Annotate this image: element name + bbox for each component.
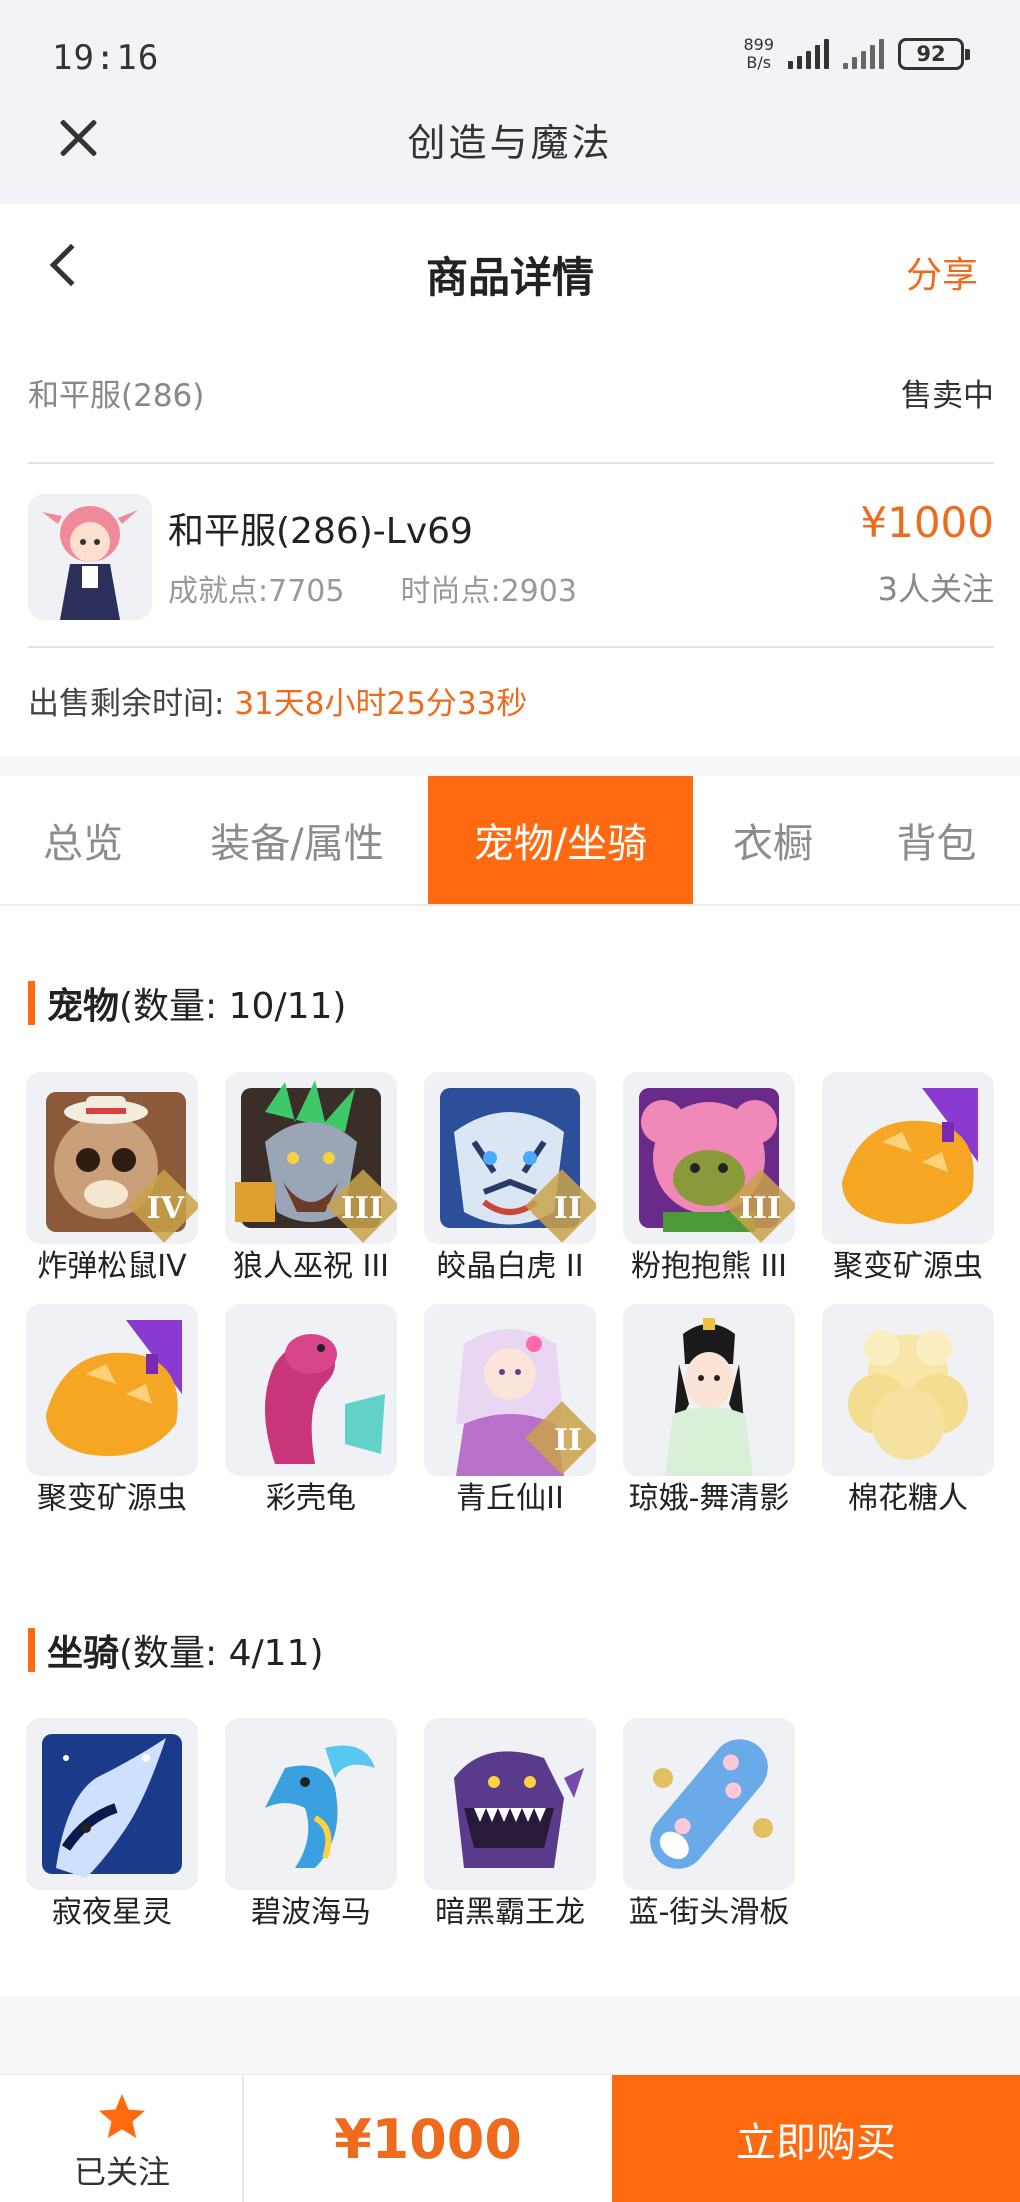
pet-image — [822, 1072, 994, 1244]
tab-overview[interactable]: 总览 — [0, 776, 166, 904]
status-icons: 899 B/s 92 — [743, 35, 970, 72]
mounts-section-title: 坐骑 (数量: 4/11) — [28, 1628, 324, 1674]
rank-label: III — [340, 1191, 383, 1226]
mount-image — [623, 1718, 795, 1890]
remaining-time-label: 出售剩余时间: — [28, 686, 225, 722]
app-title: 创造与魔法 — [407, 121, 613, 165]
mounts-grid: 寂夜星灵 碧波海马 暗黑霸王龙 蓝-街头滑板 — [26, 1718, 996, 1932]
mount-item[interactable]: 暗黑霸王龙 — [424, 1718, 596, 1932]
mount-name: 蓝-街头滑板 — [628, 1895, 790, 1930]
page-bottom-spacer — [0, 1996, 1020, 2074]
rank-label: IV — [146, 1191, 184, 1226]
mount-item[interactable]: 寂夜星灵 — [26, 1718, 198, 1932]
follow-label: 已关注 — [73, 2153, 170, 2191]
mount-item[interactable]: 碧波海马 — [225, 1718, 397, 1932]
mount-name: 碧波海马 — [251, 1895, 371, 1930]
page-title: 商品详情 — [425, 253, 594, 302]
pet-item[interactable]: 棉花糖人 — [822, 1304, 994, 1518]
tab-wardrobe[interactable]: 衣橱 — [693, 776, 853, 904]
battery-icon: 92 — [898, 38, 970, 70]
pet-image — [225, 1304, 397, 1476]
star-icon — [99, 2094, 145, 2138]
product-name: 和平服(286)-Lv69 — [168, 511, 473, 552]
pet-name: 狼人巫祝 III — [232, 1249, 390, 1284]
mount-item[interactable]: 蓝-街头滑板 — [623, 1718, 795, 1932]
pet-image: II — [424, 1072, 596, 1244]
mount-image — [225, 1718, 397, 1890]
fashion-points: 时尚点:2903 — [400, 574, 577, 609]
pet-item[interactable]: III 狼人巫祝 III — [225, 1072, 397, 1286]
pet-name: 聚变矿源虫 — [833, 1249, 983, 1284]
section-accent-bar — [28, 1628, 35, 1672]
mount-name: 寂夜星灵 — [52, 1895, 172, 1930]
signal-icon — [788, 39, 829, 69]
pet-name: 皎晶白虎 II — [436, 1249, 584, 1284]
tab-pets-mounts[interactable]: 宠物/坐骑 — [428, 776, 693, 904]
server-row: 和平服(286) 售卖中 — [28, 370, 994, 415]
achievement-points: 成就点:7705 — [168, 574, 345, 609]
page-header: 商品详情 分享 — [0, 204, 1020, 338]
bottom-action-bar: 已关注 ¥1000 立即购买 — [0, 2074, 1020, 2202]
section-spacer — [0, 756, 1020, 776]
pet-item[interactable]: III 粉抱抱熊 III — [623, 1072, 795, 1286]
pets-grid: IV 炸弹松鼠IV III 狼人巫祝 III II 皎晶白虎 II III 粉抱… — [26, 1072, 996, 1518]
rank-label: III — [738, 1191, 781, 1226]
remaining-time-value: 31天8小时25分33秒 — [234, 686, 528, 722]
rank-label: II — [553, 1423, 582, 1458]
bottom-price: ¥1000 — [334, 2107, 522, 2171]
net-speed: 899 B/s — [743, 35, 774, 72]
pet-image — [26, 1304, 198, 1476]
pet-item[interactable]: II 皎晶白虎 II — [424, 1072, 596, 1286]
tab-backpack[interactable]: 背包 — [853, 776, 1020, 904]
pet-item[interactable]: 彩壳龟 — [225, 1304, 397, 1518]
section-accent-bar — [28, 981, 35, 1025]
pet-item[interactable]: 聚变矿源虫 — [26, 1304, 198, 1518]
pet-image: IV — [26, 1072, 198, 1244]
pet-name: 粉抱抱熊 III — [630, 1249, 788, 1284]
pet-image — [822, 1304, 994, 1476]
pet-name: 炸弹松鼠IV — [37, 1249, 187, 1284]
product-price: ¥1000 — [860, 498, 994, 547]
character-avatar — [28, 494, 152, 620]
signal-icon-secondary — [843, 39, 884, 69]
mount-name: 暗黑霸王龙 — [435, 1895, 585, 1930]
share-button[interactable]: 分享 — [906, 246, 978, 298]
pet-image: II — [424, 1304, 596, 1476]
pet-name: 聚变矿源虫 — [37, 1481, 187, 1516]
pet-item[interactable]: II 青丘仙II — [424, 1304, 596, 1518]
mount-image — [424, 1718, 596, 1890]
pet-item[interactable]: 聚变矿源虫 — [822, 1072, 994, 1286]
rank-label: II — [553, 1191, 582, 1226]
divider — [28, 462, 994, 464]
server-name: 和平服(286) — [28, 378, 205, 414]
pet-name: 彩壳龟 — [266, 1481, 356, 1516]
status-time: 19:16 — [52, 38, 160, 78]
product-meta: 成就点:7705 时尚点:2903 — [168, 566, 577, 610]
pet-image: III — [225, 1072, 397, 1244]
detail-tabs: 总览 装备/属性 宠物/坐骑 衣橱 背包 — [0, 776, 1020, 906]
pet-image: III — [623, 1072, 795, 1244]
pet-name: 琼娥-舞清影 — [628, 1481, 790, 1516]
divider — [28, 646, 994, 648]
pet-item[interactable]: IV 炸弹松鼠IV — [26, 1072, 198, 1286]
mount-image — [26, 1718, 198, 1890]
pets-section-title: 宠物 (数量: 10/11) — [28, 981, 346, 1027]
pets-count: (数量: 10/11) — [119, 986, 347, 1027]
follower-count: 3人关注 — [877, 570, 994, 608]
follow-button[interactable]: 已关注 — [0, 2075, 244, 2202]
mounts-count: (数量: 4/11) — [119, 1633, 324, 1674]
app-header: 19:16 899 B/s 92 创造与魔法 — [0, 0, 1020, 204]
sale-status: 售卖中 — [901, 378, 994, 414]
pet-item[interactable]: 琼娥-舞清影 — [623, 1304, 795, 1518]
remaining-time-row: 出售剩余时间: 31天8小时25分33秒 — [28, 678, 527, 723]
buy-now-button[interactable]: 立即购买 — [612, 2075, 1020, 2202]
pet-image — [623, 1304, 795, 1476]
pet-name: 棉花糖人 — [848, 1481, 968, 1516]
product-summary[interactable]: 和平服(286)-Lv69 成就点:7705 时尚点:2903 ¥1000 3人… — [28, 494, 994, 620]
pet-name: 青丘仙II — [456, 1481, 564, 1516]
tab-equipment[interactable]: 装备/属性 — [166, 776, 428, 904]
